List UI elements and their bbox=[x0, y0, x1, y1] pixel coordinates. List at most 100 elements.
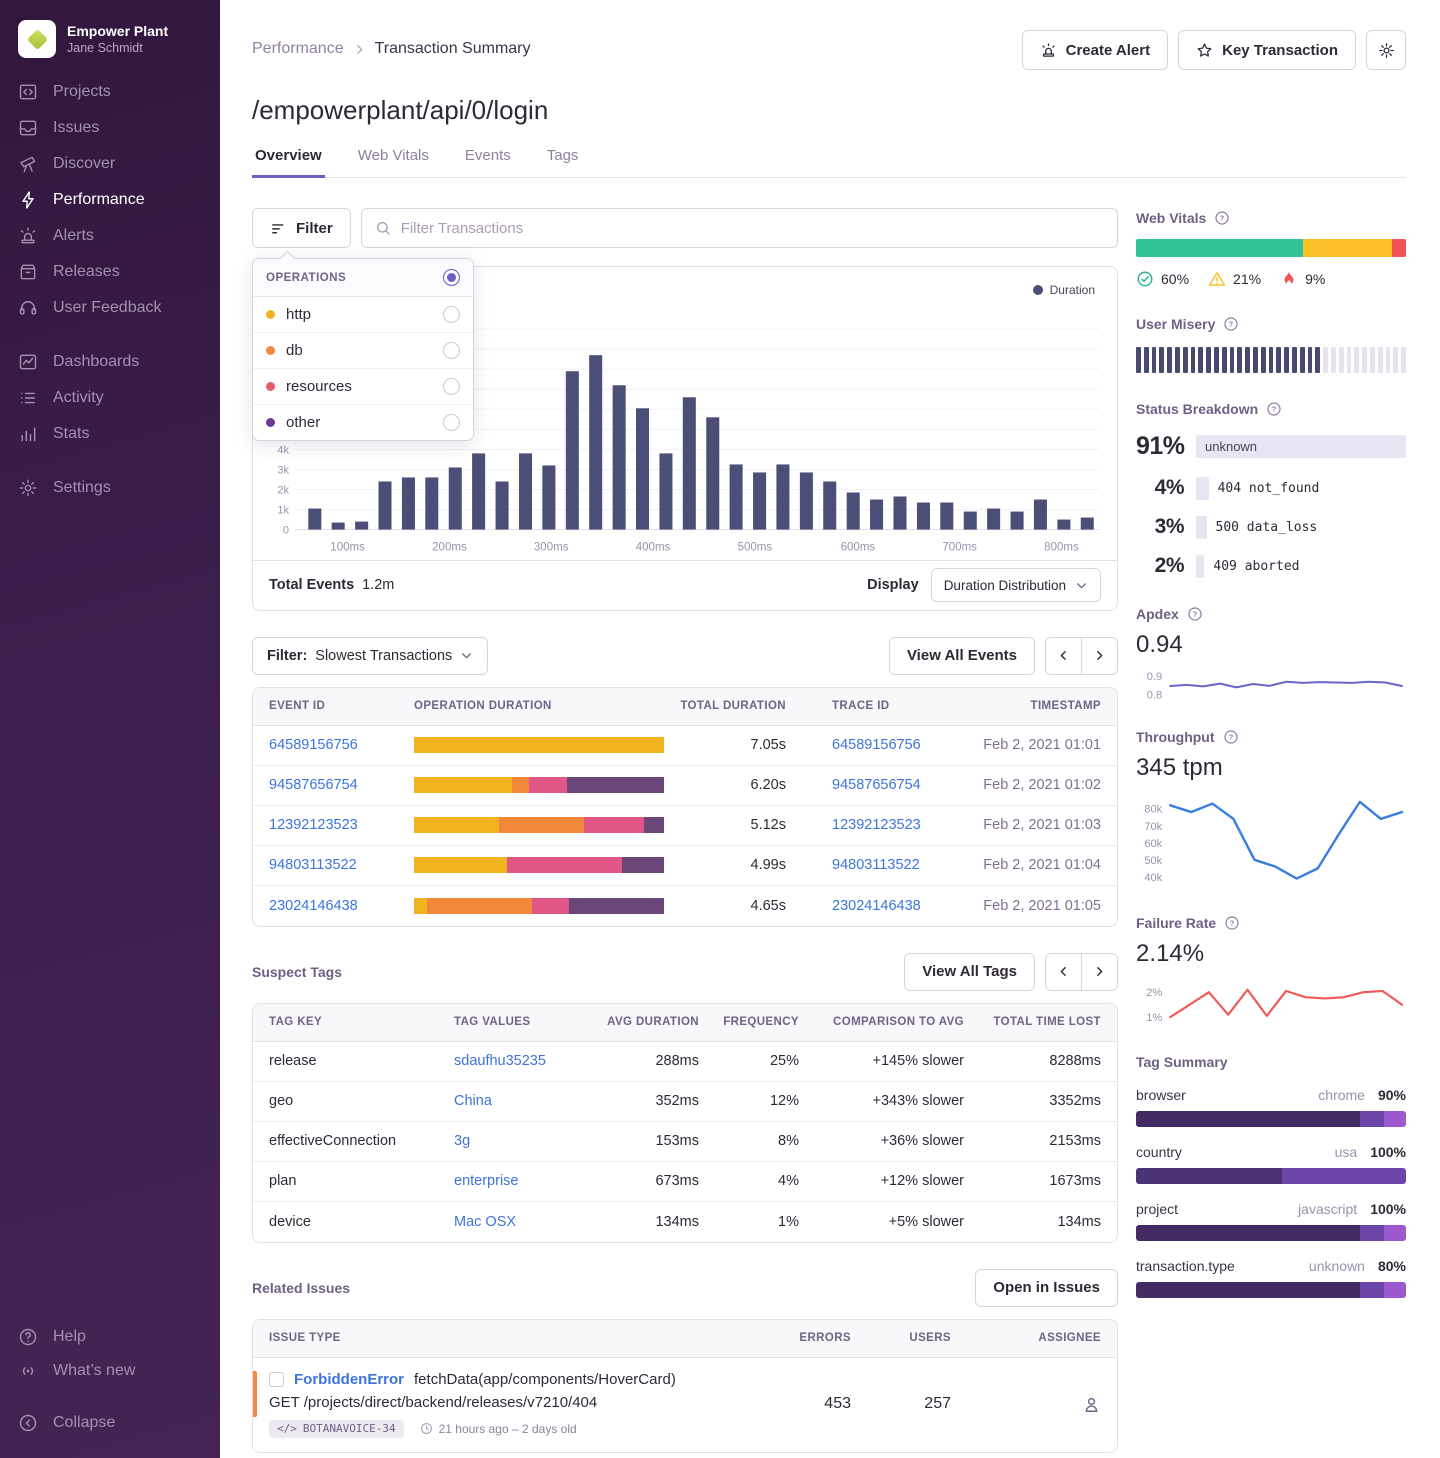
operations-dropdown: OPERATIONS httpdbresourcesother bbox=[252, 258, 474, 441]
org-switcher[interactable]: Empower Plant Jane Schmidt bbox=[0, 16, 220, 74]
tag-value-link[interactable]: Mac OSX bbox=[454, 1214, 584, 1230]
question-circle-icon[interactable]: ? bbox=[1266, 401, 1282, 417]
releases-icon bbox=[18, 262, 38, 282]
tag-value-link[interactable]: enterprise bbox=[454, 1173, 584, 1189]
sidebar-item-stats[interactable]: Stats bbox=[0, 416, 220, 452]
open-in-issues-button[interactable]: Open in Issues bbox=[975, 1269, 1118, 1307]
issue-type-link[interactable]: ForbiddenError bbox=[294, 1371, 404, 1388]
sidebar-item-label: Stats bbox=[53, 425, 89, 443]
display-select[interactable]: Duration Distribution bbox=[931, 568, 1101, 602]
tag-value-link[interactable]: China bbox=[454, 1093, 584, 1109]
event-id-link[interactable]: 23024146438 bbox=[269, 898, 414, 914]
question-circle-icon[interactable]: ? bbox=[1224, 915, 1240, 931]
sidebar-nav-footer: Help What’s new bbox=[0, 1320, 220, 1388]
question-circle-icon[interactable]: ? bbox=[1223, 316, 1239, 332]
suspect-tag-row: effectiveConnection3g153ms8%+36% slower2… bbox=[253, 1122, 1117, 1162]
trace-id-link[interactable]: 23024146438 bbox=[786, 898, 926, 914]
sidebar-item-releases[interactable]: Releases bbox=[0, 254, 220, 290]
tag-key: effectiveConnection bbox=[269, 1133, 454, 1149]
project-badge[interactable]: </> BOTANAVOICE-34 bbox=[269, 1420, 404, 1438]
svg-text:800ms: 800ms bbox=[1044, 542, 1079, 554]
sidebar-item-collapse[interactable]: Collapse bbox=[0, 1406, 220, 1440]
settings-gear-button[interactable] bbox=[1366, 30, 1406, 70]
sidebar-item-label: Activity bbox=[53, 389, 104, 407]
web-vitals-bar bbox=[1136, 239, 1406, 257]
sidebar-item-what-s-new[interactable]: What’s new bbox=[0, 1354, 220, 1388]
sidebar-item-label: What’s new bbox=[53, 1362, 135, 1380]
breadcrumb-performance[interactable]: Performance bbox=[252, 40, 344, 58]
tag-cell: 673ms bbox=[584, 1173, 699, 1189]
tag-bar-segment bbox=[1136, 1225, 1360, 1241]
operation-item-other[interactable]: other bbox=[253, 405, 473, 440]
tab-events[interactable]: Events bbox=[462, 147, 514, 178]
op-segment bbox=[644, 817, 664, 833]
total-duration: 6.20s bbox=[666, 777, 786, 793]
operations-all-radio[interactable] bbox=[443, 269, 460, 286]
tag-value-link[interactable]: sdaufhu35235 bbox=[454, 1053, 584, 1069]
sidebar-item-activity[interactable]: Activity bbox=[0, 380, 220, 416]
tag-value-link[interactable]: 3g bbox=[454, 1133, 584, 1149]
column-header: USERS bbox=[851, 1332, 951, 1344]
operation-radio[interactable] bbox=[443, 342, 460, 359]
tag-bar-segment bbox=[1136, 1282, 1360, 1298]
column-header: ERRORS bbox=[751, 1332, 851, 1344]
filter-button[interactable]: Filter bbox=[252, 208, 351, 248]
svg-text:100ms: 100ms bbox=[330, 542, 365, 554]
failure-rate-value: 2.14% bbox=[1136, 940, 1406, 968]
sidebar-item-discover[interactable]: Discover bbox=[0, 146, 220, 182]
trace-id-link[interactable]: 94587656754 bbox=[786, 777, 926, 793]
operation-radio[interactable] bbox=[443, 414, 460, 431]
tag-summary-row: transaction.typeunknown80% bbox=[1136, 1258, 1406, 1298]
svg-text:?: ? bbox=[1230, 919, 1235, 928]
tab-overview[interactable]: Overview bbox=[252, 147, 325, 178]
operation-item-db[interactable]: db bbox=[253, 333, 473, 369]
sidebar-item-dashboards[interactable]: Dashboards bbox=[0, 344, 220, 380]
view-all-events-button[interactable]: View All Events bbox=[889, 637, 1035, 675]
sidebar-item-projects[interactable]: Projects bbox=[0, 74, 220, 110]
code-icon: </> bbox=[277, 1422, 297, 1435]
org-logo-icon bbox=[18, 20, 56, 58]
prev-page-button[interactable] bbox=[1045, 637, 1082, 675]
prev-page-button[interactable] bbox=[1045, 953, 1082, 991]
operation-item-resources[interactable]: resources bbox=[253, 369, 473, 405]
create-alert-button[interactable]: Create Alert bbox=[1022, 30, 1168, 70]
operation-radio[interactable] bbox=[443, 378, 460, 395]
key-transaction-button[interactable]: Key Transaction bbox=[1178, 30, 1356, 70]
view-all-tags-button[interactable]: View All Tags bbox=[904, 953, 1035, 991]
issue-checkbox[interactable] bbox=[269, 1372, 284, 1387]
sidebar-item-performance[interactable]: Performance bbox=[0, 182, 220, 218]
suspect-tag-row: planenterprise673ms4%+12% slower1673ms bbox=[253, 1162, 1117, 1202]
tag-summary-bar bbox=[1136, 1282, 1406, 1298]
sidebar-item-help[interactable]: Help bbox=[0, 1320, 220, 1354]
failure-rate-sparkline: 2%1% bbox=[1136, 978, 1406, 1026]
operation-radio[interactable] bbox=[443, 306, 460, 323]
event-id-link[interactable]: 64589156756 bbox=[269, 737, 414, 753]
tab-tags[interactable]: Tags bbox=[544, 147, 582, 178]
events-filter-select[interactable]: Filter: Slowest Transactions bbox=[252, 637, 488, 675]
sidebar-item-issues[interactable]: Issues bbox=[0, 110, 220, 146]
tab-web-vitals[interactable]: Web Vitals bbox=[355, 147, 432, 178]
sidebar-item-user-feedback[interactable]: User Feedback bbox=[0, 290, 220, 326]
sidebar-item-alerts[interactable]: Alerts bbox=[0, 218, 220, 254]
question-circle-icon[interactable]: ? bbox=[1187, 606, 1203, 622]
operation-duration-bar bbox=[414, 898, 664, 914]
operation-item-http[interactable]: http bbox=[253, 297, 473, 333]
sidebar-item-settings[interactable]: Settings bbox=[0, 470, 220, 506]
assignee-icon[interactable] bbox=[1082, 1395, 1101, 1414]
question-circle-icon[interactable]: ? bbox=[1223, 729, 1239, 745]
next-page-button[interactable] bbox=[1081, 637, 1118, 675]
column-header: TAG VALUES bbox=[454, 1016, 584, 1028]
trace-id-link[interactable]: 12392123523 bbox=[786, 817, 926, 833]
svg-text:1k: 1k bbox=[277, 505, 289, 517]
next-page-button[interactable] bbox=[1081, 953, 1118, 991]
issue-level-indicator bbox=[253, 1371, 257, 1417]
question-circle-icon[interactable]: ? bbox=[1214, 210, 1230, 226]
tag-cell: +5% slower bbox=[799, 1214, 964, 1230]
search-input[interactable] bbox=[401, 220, 1104, 237]
trace-id-link[interactable]: 94803113522 bbox=[786, 857, 926, 873]
event-id-link[interactable]: 12392123523 bbox=[269, 817, 414, 833]
tag-cell: +343% slower bbox=[799, 1093, 964, 1109]
event-id-link[interactable]: 94587656754 bbox=[269, 777, 414, 793]
trace-id-link[interactable]: 64589156756 bbox=[786, 737, 926, 753]
event-id-link[interactable]: 94803113522 bbox=[269, 857, 414, 873]
